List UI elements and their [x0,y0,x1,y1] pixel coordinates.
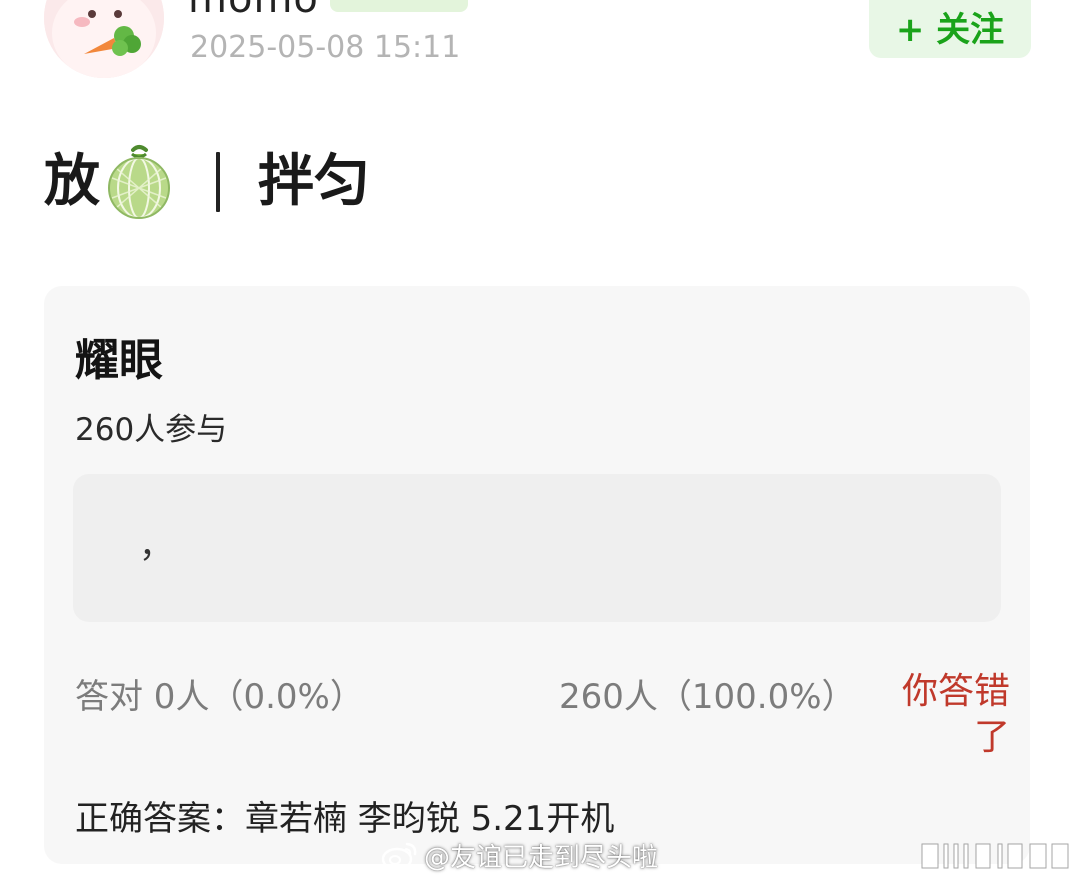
watermark-bars-icon [921,843,1069,869]
rabbit-avatar-icon [44,0,164,78]
option-text: ， [139,526,173,566]
quiz-option[interactable]: ， [73,474,1001,622]
avatar[interactable] [44,0,164,78]
post-title: 放 拌匀 [44,142,370,222]
follow-button[interactable]: + 关注 [869,0,1031,58]
correct-count-stat: 答对 0人（0.0%） [75,677,364,717]
watermark-text: @友谊已走到尽头啦 [424,842,659,873]
title-text-before: 放 [44,149,100,214]
wrong-count-stat: 260人（100.0%） [559,677,856,717]
quiz-card: 耀眼 260人参与 ， 答对 0人（0.0%） 260人（100.0%） 你答错… [44,286,1030,864]
username[interactable]: momo [188,0,319,22]
participant-count: 260人参与 [75,412,228,448]
correct-answer: 正确答案：章若楠 李昀锐 5.21开机 [75,799,615,839]
post-timestamp: 2025-05-08 15:11 [190,30,461,65]
wrong-answer-message: 你答错了 [901,671,1010,758]
weibo-icon [381,842,417,871]
title-separator [216,152,220,212]
title-text-after: 拌匀 [258,149,370,214]
quiz-question: 耀眼 [75,335,163,386]
user-badge [330,0,468,12]
melon-icon [108,145,170,219]
watermark: @友谊已走到尽头啦 [380,838,659,873]
